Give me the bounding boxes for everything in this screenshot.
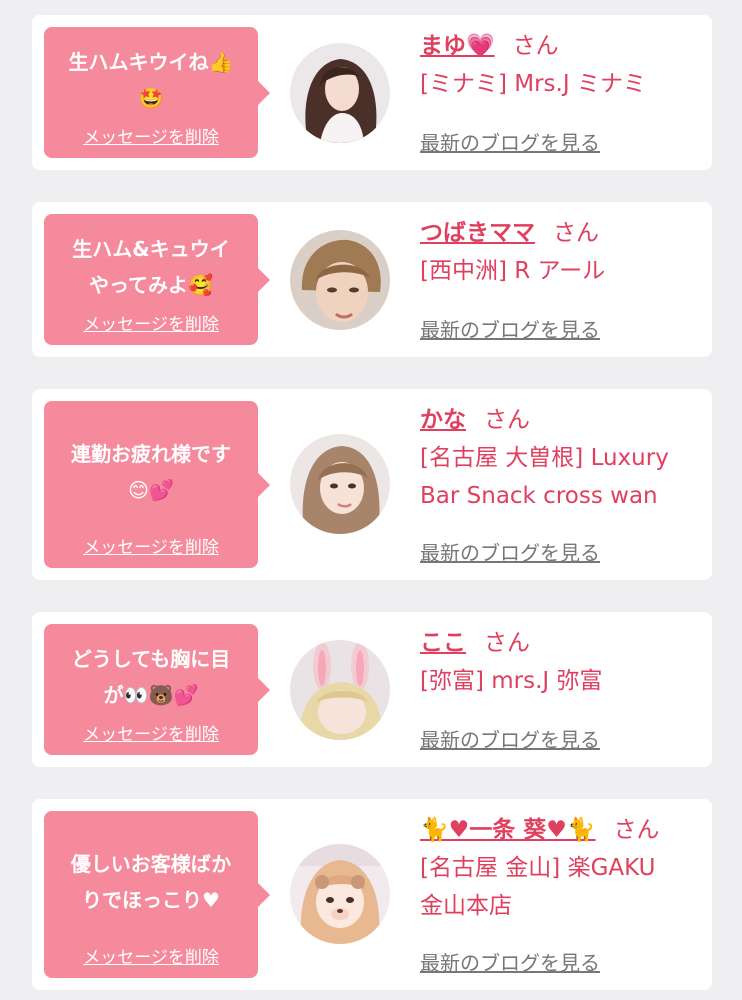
message-bubble: 連勤お疲れ様です 😊💕 メッセージを削除 <box>44 401 270 568</box>
sender-info: つばきママ さん [西中洲] R アール <box>420 216 702 290</box>
avatar-photo <box>290 230 390 330</box>
sender-name-row: ここ さん <box>420 626 702 660</box>
avatar[interactable] <box>290 230 390 330</box>
latest-blog-link[interactable]: 最新のブログを見る <box>420 724 600 753</box>
message-text: 生ハムキウイね👍 🤩 <box>68 49 234 110</box>
latest-blog-link[interactable]: 最新のブログを見る <box>420 947 600 976</box>
sender-info: 🐈♥一条 葵♥🐈 さん [名古屋 金山] 楽GAKU 金山本店 <box>420 813 702 925</box>
latest-blog-link[interactable]: 最新のブログを見る <box>420 127 600 156</box>
message-bubble: 生ハム&キュウイ やってみよ🥰 メッセージを削除 <box>44 214 270 345</box>
message-text: 優しいお客様ばか りでほっこり♥ <box>70 851 232 912</box>
honorific: さん <box>613 817 660 843</box>
sender-info: かな さん [名古屋 大曽根] Luxury Bar Snack cross wa… <box>420 403 702 515</box>
honorific: さん <box>484 407 530 433</box>
shop-name: [西中洲] R アール <box>420 258 606 284</box>
avatar-photo <box>290 434 390 534</box>
delete-message-link[interactable]: メッセージを削除 <box>83 313 219 337</box>
avatar-photo <box>290 640 390 740</box>
message-card: 優しいお客様ばか りでほっこり♥ メッセージを削除 🐈♥一条 葵♥🐈 さん [名… <box>32 799 712 990</box>
delete-message-link[interactable]: メッセージを削除 <box>83 723 219 747</box>
honorific: さん <box>553 220 599 246</box>
sender-name-link[interactable]: ここ <box>420 630 466 656</box>
delete-message-link[interactable]: メッセージを削除 <box>83 536 219 560</box>
sender-name-row: かな さん <box>420 403 702 437</box>
message-card: 生ハムキウイね👍 🤩 メッセージを削除 まゆ💗 さん [ミナミ] Mrs.J ミナ… <box>32 15 712 170</box>
sender-name-row: 🐈♥一条 葵♥🐈 さん <box>420 813 702 847</box>
message-text: 連勤お疲れ様です 😊💕 <box>71 441 231 502</box>
avatar-photo <box>290 844 390 944</box>
sender-info: ここ さん [弥富] mrs.J 弥富 <box>420 626 702 700</box>
sender-name-row: つばきママ さん <box>420 216 702 250</box>
sender-info: まゆ💗 さん [ミナミ] Mrs.J ミナミ <box>420 29 702 103</box>
message-bubble: 生ハムキウイね👍 🤩 メッセージを削除 <box>44 27 270 158</box>
latest-blog-link[interactable]: 最新のブログを見る <box>420 537 600 566</box>
delete-message-link[interactable]: メッセージを削除 <box>83 126 219 150</box>
avatar[interactable] <box>290 43 390 143</box>
sender-name-link[interactable]: つばきママ <box>420 220 535 246</box>
honorific: さん <box>484 630 530 656</box>
sender-name-link[interactable]: まゆ💗 <box>420 33 495 59</box>
avatar[interactable] <box>290 640 390 740</box>
shop-name: [弥富] mrs.J 弥富 <box>420 668 603 694</box>
message-text: 生ハム&キュウイ やってみよ🥰 <box>72 236 230 297</box>
message-card: 連勤お疲れ様です 😊💕 メッセージを削除 かな さん [名古屋 大曽根] Luxu… <box>32 389 712 580</box>
avatar[interactable] <box>290 844 390 944</box>
latest-blog-link[interactable]: 最新のブログを見る <box>420 314 600 343</box>
message-text: どうしても胸に目 が👀🐻💕 <box>71 646 231 707</box>
shop-name: [ミナミ] Mrs.J ミナミ <box>420 71 646 97</box>
message-bubble: どうしても胸に目 が👀🐻💕 メッセージを削除 <box>44 624 270 755</box>
sender-name-row: まゆ💗 さん <box>420 29 702 63</box>
sender-name-link[interactable]: 🐈♥一条 葵♥🐈 <box>420 817 596 843</box>
message-bubble: 優しいお客様ばか りでほっこり♥ メッセージを削除 <box>44 811 270 978</box>
delete-message-link[interactable]: メッセージを削除 <box>83 946 219 970</box>
message-card: 生ハム&キュウイ やってみよ🥰 メッセージを削除 つばきママ さん [西中洲] R… <box>32 202 712 357</box>
avatar[interactable] <box>290 434 390 534</box>
shop-name: [名古屋 金山] 楽GAKU 金山本店 <box>420 855 656 919</box>
shop-name: [名古屋 大曽根] Luxury Bar Snack cross wan <box>420 445 669 509</box>
message-card: どうしても胸に目 が👀🐻💕 メッセージを削除 ここ さん [弥富] mrs.J 弥… <box>32 612 712 767</box>
message-list: 生ハムキウイね👍 🤩 メッセージを削除 まゆ💗 さん [ミナミ] Mrs.J ミナ… <box>0 0 742 1000</box>
avatar-photo <box>290 43 390 143</box>
honorific: さん <box>512 33 559 59</box>
sender-name-link[interactable]: かな <box>420 407 466 433</box>
